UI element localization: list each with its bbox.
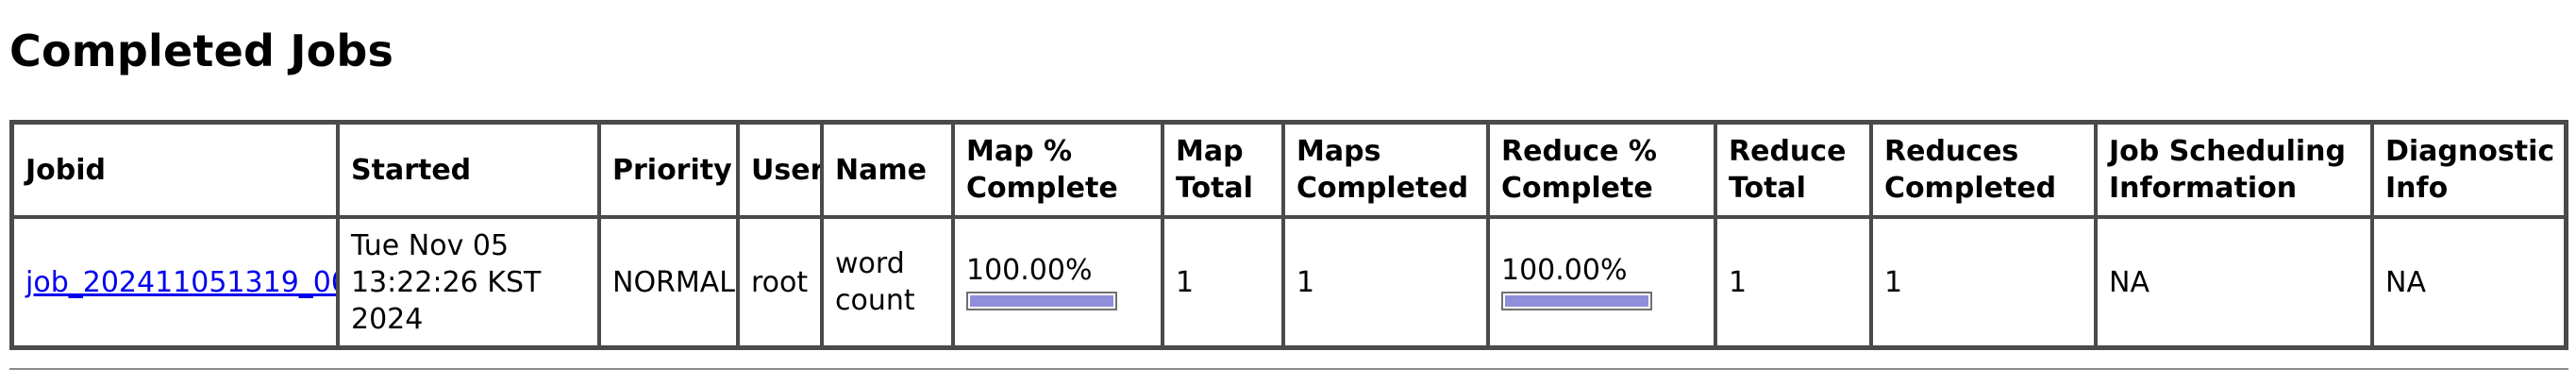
horizontal-rule xyxy=(9,368,2568,370)
cell-jobid: job_202411051319_0001 xyxy=(12,217,338,347)
header-reduce-pct-complete: Reduce % Complete xyxy=(1488,123,1715,217)
table-header-row: Jobid Started Priority User Name Map % C… xyxy=(12,123,2566,217)
cell-job-scheduling-information: NA xyxy=(2096,217,2372,347)
cell-reduce-pct-complete: 100.00% xyxy=(1488,217,1715,347)
cell-user: root xyxy=(738,217,822,347)
job-link[interactable]: job_202411051319_0001 xyxy=(25,266,336,299)
header-jobid: Jobid xyxy=(12,123,338,217)
completed-jobs-table: Jobid Started Priority User Name Map % C… xyxy=(9,120,2568,350)
header-job-scheduling-information: Job Scheduling Information xyxy=(2096,123,2372,217)
cell-maps-completed: 1 xyxy=(1283,217,1488,347)
map-progress-fill xyxy=(970,295,1113,307)
header-map-total: Map Total xyxy=(1163,123,1283,217)
map-pct-value: 100.00% xyxy=(966,254,1093,287)
header-user: User xyxy=(738,123,822,217)
cell-map-total: 1 xyxy=(1163,217,1283,347)
cell-reduce-total: 1 xyxy=(1715,217,1871,347)
header-diagnostic-info: Diagnostic Info xyxy=(2372,123,2566,217)
header-name: Name xyxy=(822,123,953,217)
cell-name: word count xyxy=(822,217,953,347)
cell-map-pct-complete: 100.00% xyxy=(953,217,1163,347)
reduce-pct-value: 100.00% xyxy=(1501,254,1628,287)
reduce-progress-fill xyxy=(1505,295,1648,307)
header-maps-completed: Maps Completed xyxy=(1283,123,1488,217)
cell-priority: NORMAL xyxy=(599,217,738,347)
map-progress-bar xyxy=(966,292,1117,310)
reduce-progress-bar xyxy=(1501,292,1652,310)
header-priority: Priority xyxy=(599,123,738,217)
cell-diagnostic-info: NA xyxy=(2372,217,2566,347)
header-reduces-completed: Reduces Completed xyxy=(1871,123,2096,217)
page-title: Completed Jobs xyxy=(9,25,394,76)
cell-reduces-completed: 1 xyxy=(1871,217,2096,347)
header-started: Started xyxy=(338,123,599,217)
header-map-pct-complete: Map % Complete xyxy=(953,123,1163,217)
cell-started: Tue Nov 05 13:22:26 KST 2024 xyxy=(338,217,599,347)
header-reduce-total: Reduce Total xyxy=(1715,123,1871,217)
table-row: job_202411051319_0001 Tue Nov 05 13:22:2… xyxy=(12,217,2566,347)
